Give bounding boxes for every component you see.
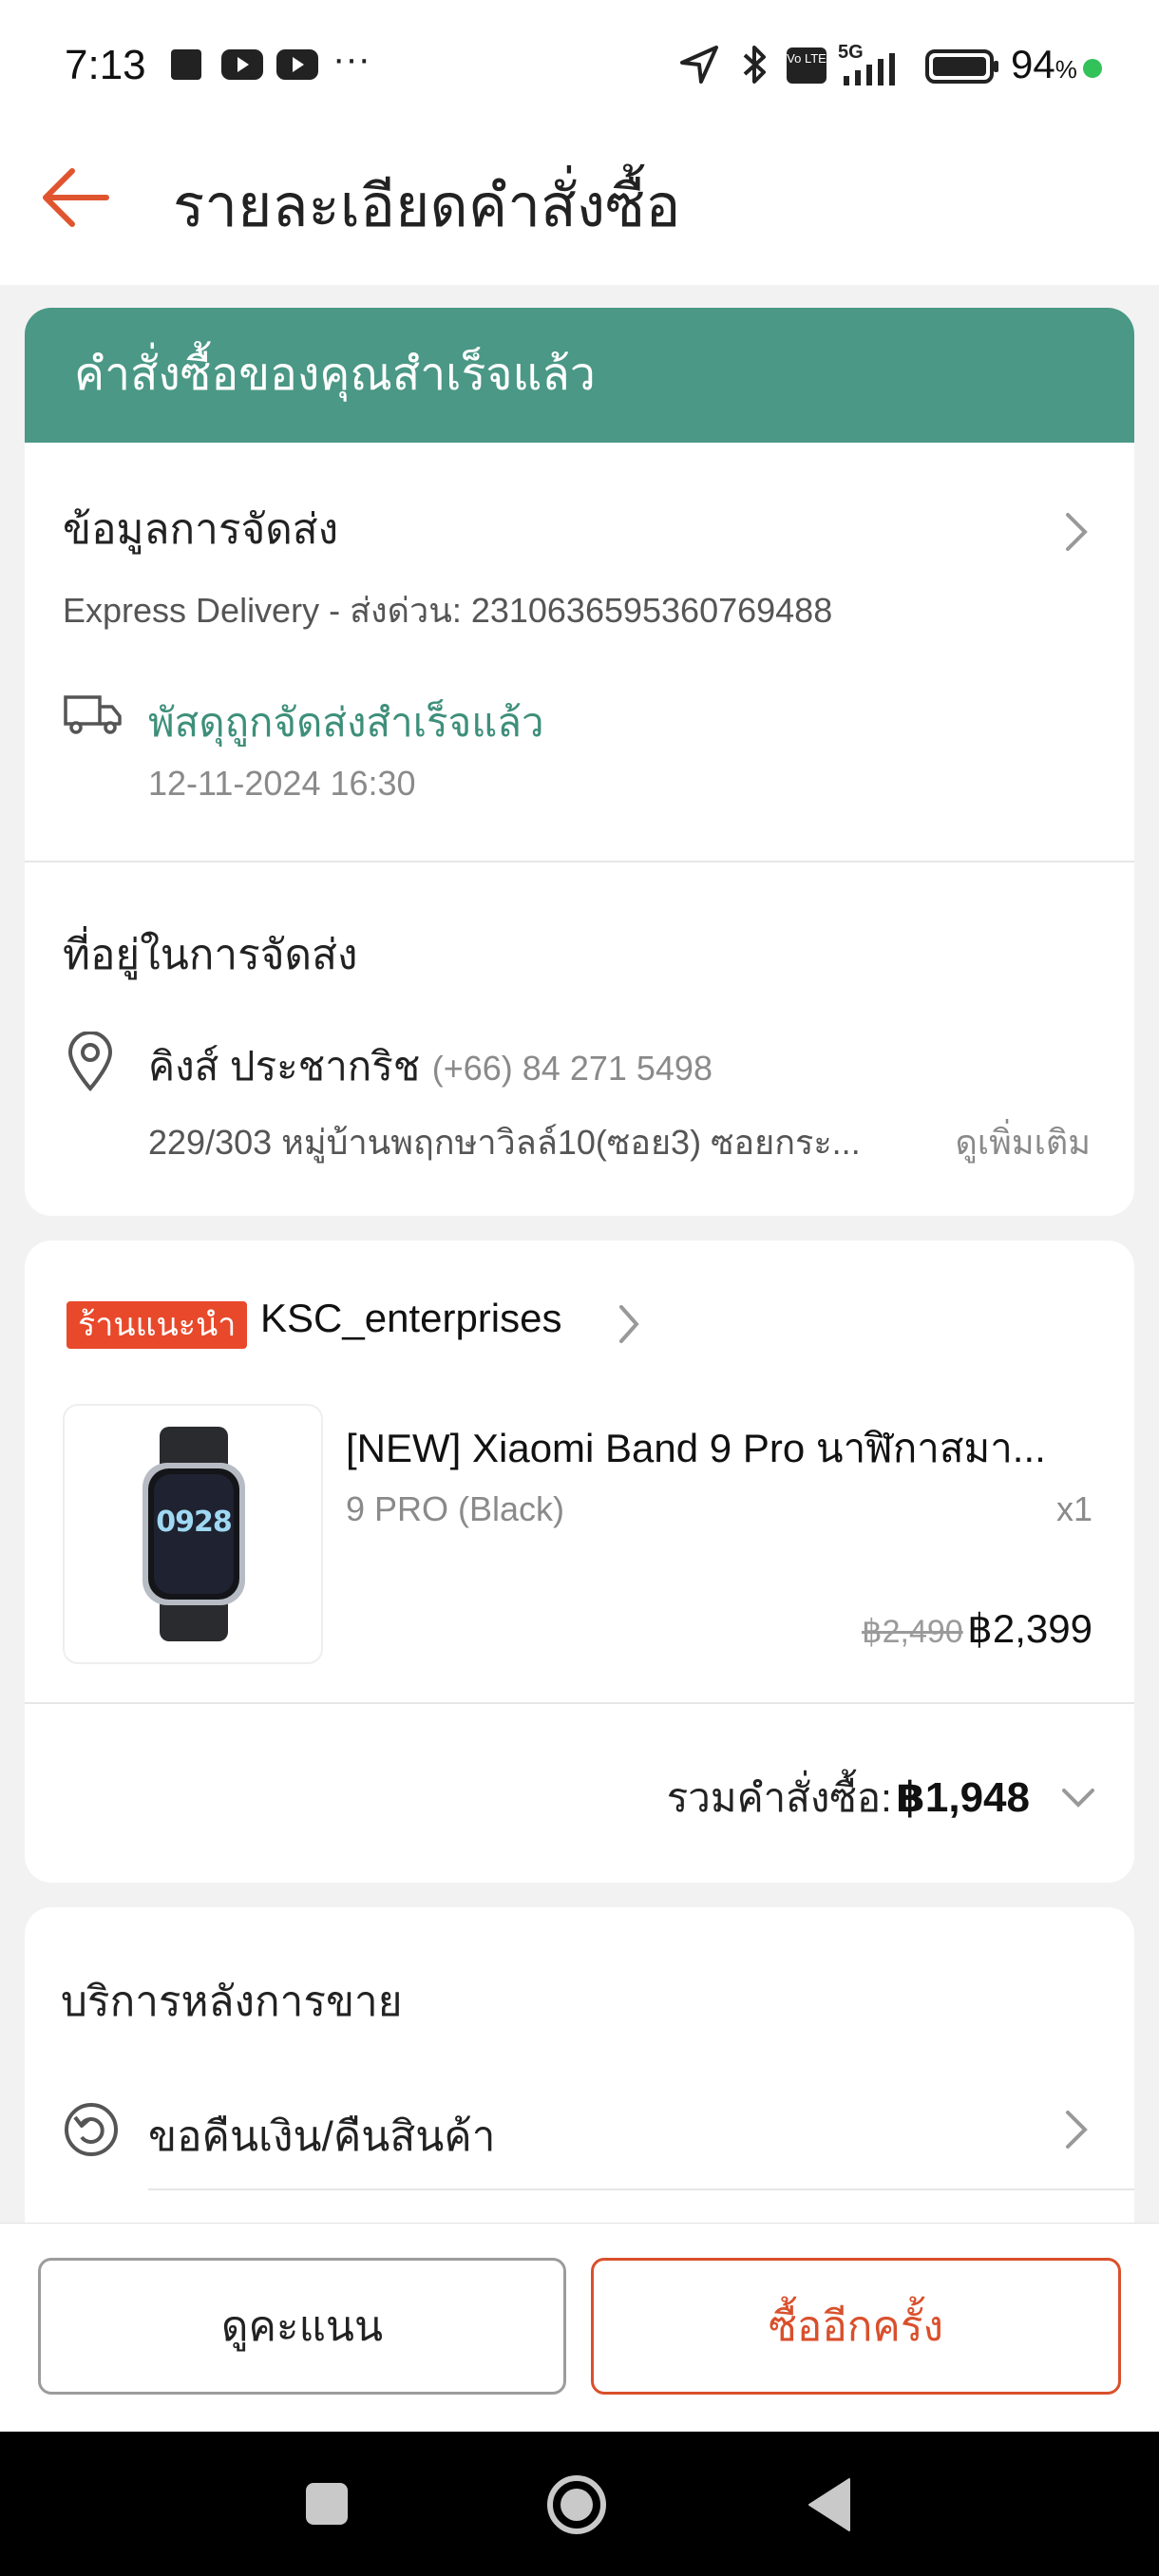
- bluetooth-icon: [743, 46, 766, 84]
- buy-again-button[interactable]: ซื้ออีกครั้ง: [591, 2258, 1121, 2395]
- product-variant: 9 PRO (Black): [346, 1489, 565, 1528]
- recipient-phone: (+66) 84 271 5498: [431, 1049, 712, 1088]
- shipping-address-title: ที่อยู่ในการจัดส่ง: [63, 932, 358, 978]
- product-name[interactable]: [NEW] Xiaomi Band 9 Pro นาฬิกาสมา...: [346, 1417, 1046, 1480]
- system-navigation-bar: [0, 2432, 1159, 2576]
- chevron-right-icon: [1066, 2111, 1088, 2149]
- price-line: ฿2,490 ฿2,399: [862, 1605, 1092, 1652]
- order-success-banner: คำสั่งซื้อของคุณสำเร็จแล้ว: [25, 308, 1134, 443]
- order-total-value: ฿1,948: [896, 1774, 1030, 1821]
- order-item-card: ร้านแนะนำ KSC_enterprises 0928 [NEW] Xia…: [25, 1241, 1134, 1883]
- privacy-indicator-dot: [1083, 59, 1102, 78]
- recommended-store-badge: ร้านแนะนำ: [66, 1301, 248, 1349]
- chevron-right-icon[interactable]: [616, 1303, 642, 1345]
- battery-icon: [925, 49, 998, 84]
- tracking-line: Express Delivery - ส่งด่วน: 231063659536…: [63, 591, 833, 630]
- refund-return-row[interactable]: ขอคืนเงิน/คืนสินค้า: [25, 2069, 1134, 2192]
- after-sales-title: บริการหลังการขาย: [61, 1979, 403, 2025]
- delivery-status: พัสดุถูกจัดส่งสำเร็จแล้ว: [148, 700, 544, 745]
- stop-notification-icon: [171, 49, 201, 80]
- youtube-icon: [221, 49, 263, 80]
- original-price: ฿2,490: [862, 1614, 963, 1650]
- delivery-timestamp: 12-11-2024 16:30: [148, 764, 416, 803]
- delivery-truck-icon: [64, 695, 122, 734]
- battery-percent: 94%: [1011, 42, 1077, 86]
- store-name[interactable]: KSC_enterprises: [260, 1296, 561, 1341]
- chevron-right-icon: [1066, 513, 1088, 551]
- recipient-name: คิงส์ ประชากริช: [148, 1044, 421, 1089]
- youtube-icon: [276, 49, 318, 80]
- bottom-action-bar: ดูคะแนน ซื้ออีกครั้ง: [0, 2223, 1159, 2432]
- chevron-down-icon[interactable]: [1060, 1786, 1096, 1810]
- location-icon: [680, 46, 718, 84]
- home-icon[interactable]: [545, 2473, 608, 2536]
- product-image[interactable]: 0928: [63, 1404, 323, 1664]
- order-total-row[interactable]: รวมคำสั่งซื้อ: ฿1,948: [25, 1704, 1134, 1883]
- location-pin-icon: [67, 1032, 113, 1092]
- product-quantity: x1: [1055, 1489, 1092, 1528]
- status-time: 7:13: [65, 42, 146, 88]
- recipient-line: คิงส์ ประชากริช (+66) 84 271 5498: [148, 1035, 712, 1098]
- refund-icon: [65, 2103, 118, 2156]
- shipping-address-section[interactable]: ที่อยู่ในการจัดส่ง คิงส์ ประชากริช (+66)…: [25, 862, 1134, 1216]
- section-divider: [148, 2188, 1134, 2190]
- view-rating-button[interactable]: ดูคะแนน: [38, 2258, 566, 2395]
- page-title: รายละเอียดคำสั่งซื้อ: [173, 174, 681, 239]
- address-line: 229/303 หมู่บ้านพฤกษาวิลล์10(ซอย3) ซอยกร…: [148, 1123, 861, 1162]
- volte-label: Vo LTE: [787, 51, 826, 66]
- shipping-info-row[interactable]: ข้อมูลการจัดส่ง Express Delivery - ส่งด่…: [25, 443, 1134, 880]
- shipping-info-title: ข้อมูลการจัดส่ง: [63, 506, 339, 553]
- back-nav-icon[interactable]: [808, 2477, 851, 2532]
- back-arrow-icon[interactable]: [38, 163, 114, 232]
- order-status-card: คำสั่งซื้อของคุณสำเร็จแล้ว ข้อมูลการจัดส…: [25, 308, 1134, 1216]
- refund-return-label: ขอคืนเงิน/คืนสินค้า: [148, 2113, 496, 2160]
- status-bar: 7:13 ··· Vo LTE 5G 94%: [0, 0, 1159, 133]
- order-total-label: รวมคำสั่งซื้อ:: [666, 1775, 892, 1820]
- order-total: รวมคำสั่งซื้อ: ฿1,948: [667, 1767, 1030, 1829]
- more-notifications-icon: ···: [332, 38, 370, 80]
- recents-icon[interactable]: [304, 2481, 350, 2527]
- sale-price: ฿2,399: [967, 1606, 1092, 1651]
- band-screen-time: 0928: [156, 1506, 233, 1539]
- signal-icon: [844, 53, 895, 85]
- see-more-link[interactable]: ดูเพิ่มเติม: [955, 1115, 1091, 1169]
- volte-icon: Vo LTE: [787, 47, 826, 84]
